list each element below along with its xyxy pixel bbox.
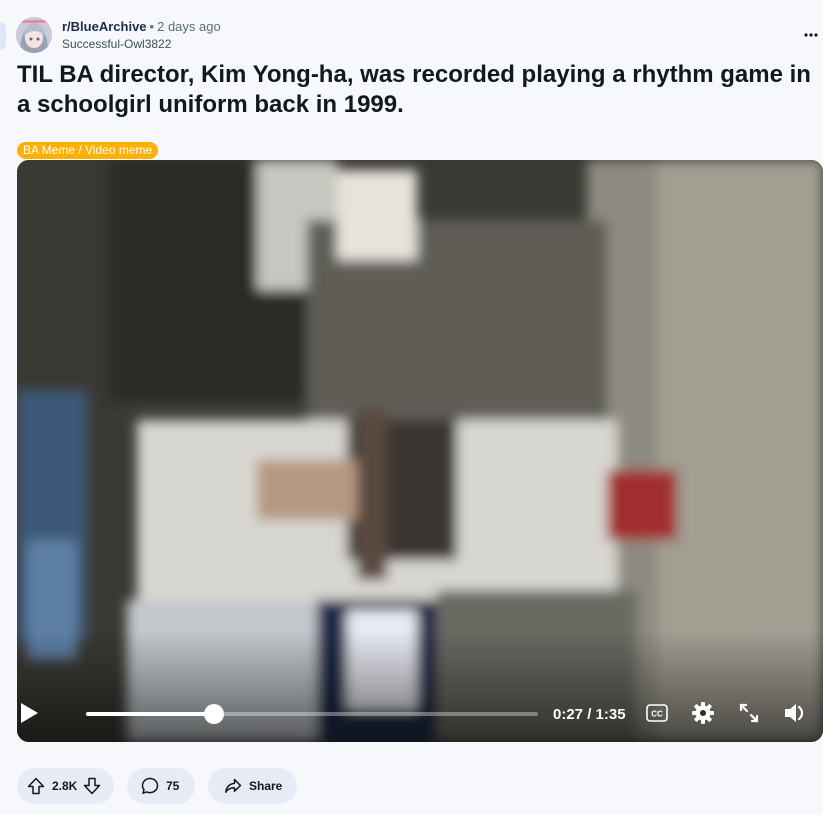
post-time: 2 days ago [157, 19, 221, 34]
vote-group: 2.8K [17, 768, 114, 804]
upvote-count: 2.8K [52, 779, 78, 793]
progress-fill [86, 712, 215, 716]
closed-captions-icon: CC [646, 704, 668, 722]
volume-button[interactable] [782, 700, 808, 726]
settings-button[interactable] [690, 700, 716, 726]
upvote-button[interactable] [26, 776, 46, 796]
downvote-button[interactable] [82, 776, 102, 796]
post-flair[interactable]: BA Meme / Video meme [17, 142, 159, 159]
video-progress-bar[interactable] [86, 704, 538, 724]
post-title[interactable]: TIL BA director, Kim Yong-ha, was record… [17, 60, 823, 120]
volume-icon [785, 704, 804, 722]
more-options-button[interactable] [800, 24, 822, 46]
video-frame [17, 160, 823, 742]
video-player[interactable] [17, 160, 823, 742]
reddit-post: r/BlueArchive • 2 days ago Successful-Owl3… [0, 0, 823, 815]
subreddit-avatar[interactable] [16, 17, 52, 53]
gear-icon [692, 702, 714, 724]
subreddit-link[interactable]: r/BlueArchive [62, 19, 147, 34]
captions-button[interactable]: CC [645, 702, 669, 724]
downvote-arrow-icon [84, 777, 101, 795]
comment-count: 75 [166, 779, 180, 793]
upvote-arrow-icon [27, 777, 45, 795]
play-button[interactable] [18, 700, 40, 726]
share-label: Share [249, 779, 283, 793]
share-arrow-icon [223, 776, 243, 796]
share-button[interactable]: Share [208, 768, 297, 804]
left-edge-tab [0, 22, 6, 50]
more-dots-icon [804, 33, 818, 37]
post-meta-line: r/BlueArchive • 2 days ago [62, 19, 221, 35]
comments-button[interactable]: 75 [127, 768, 195, 804]
author-link[interactable]: Successful-Owl3822 [62, 37, 171, 52]
video-time: 0:27 / 1:35 [553, 706, 626, 723]
play-icon [21, 703, 38, 723]
cc-label: CC [651, 710, 663, 719]
comment-bubble-icon [140, 776, 160, 796]
expand-icon [739, 703, 759, 723]
meta-separator: • [149, 19, 155, 34]
fullscreen-button[interactable] [737, 701, 761, 725]
